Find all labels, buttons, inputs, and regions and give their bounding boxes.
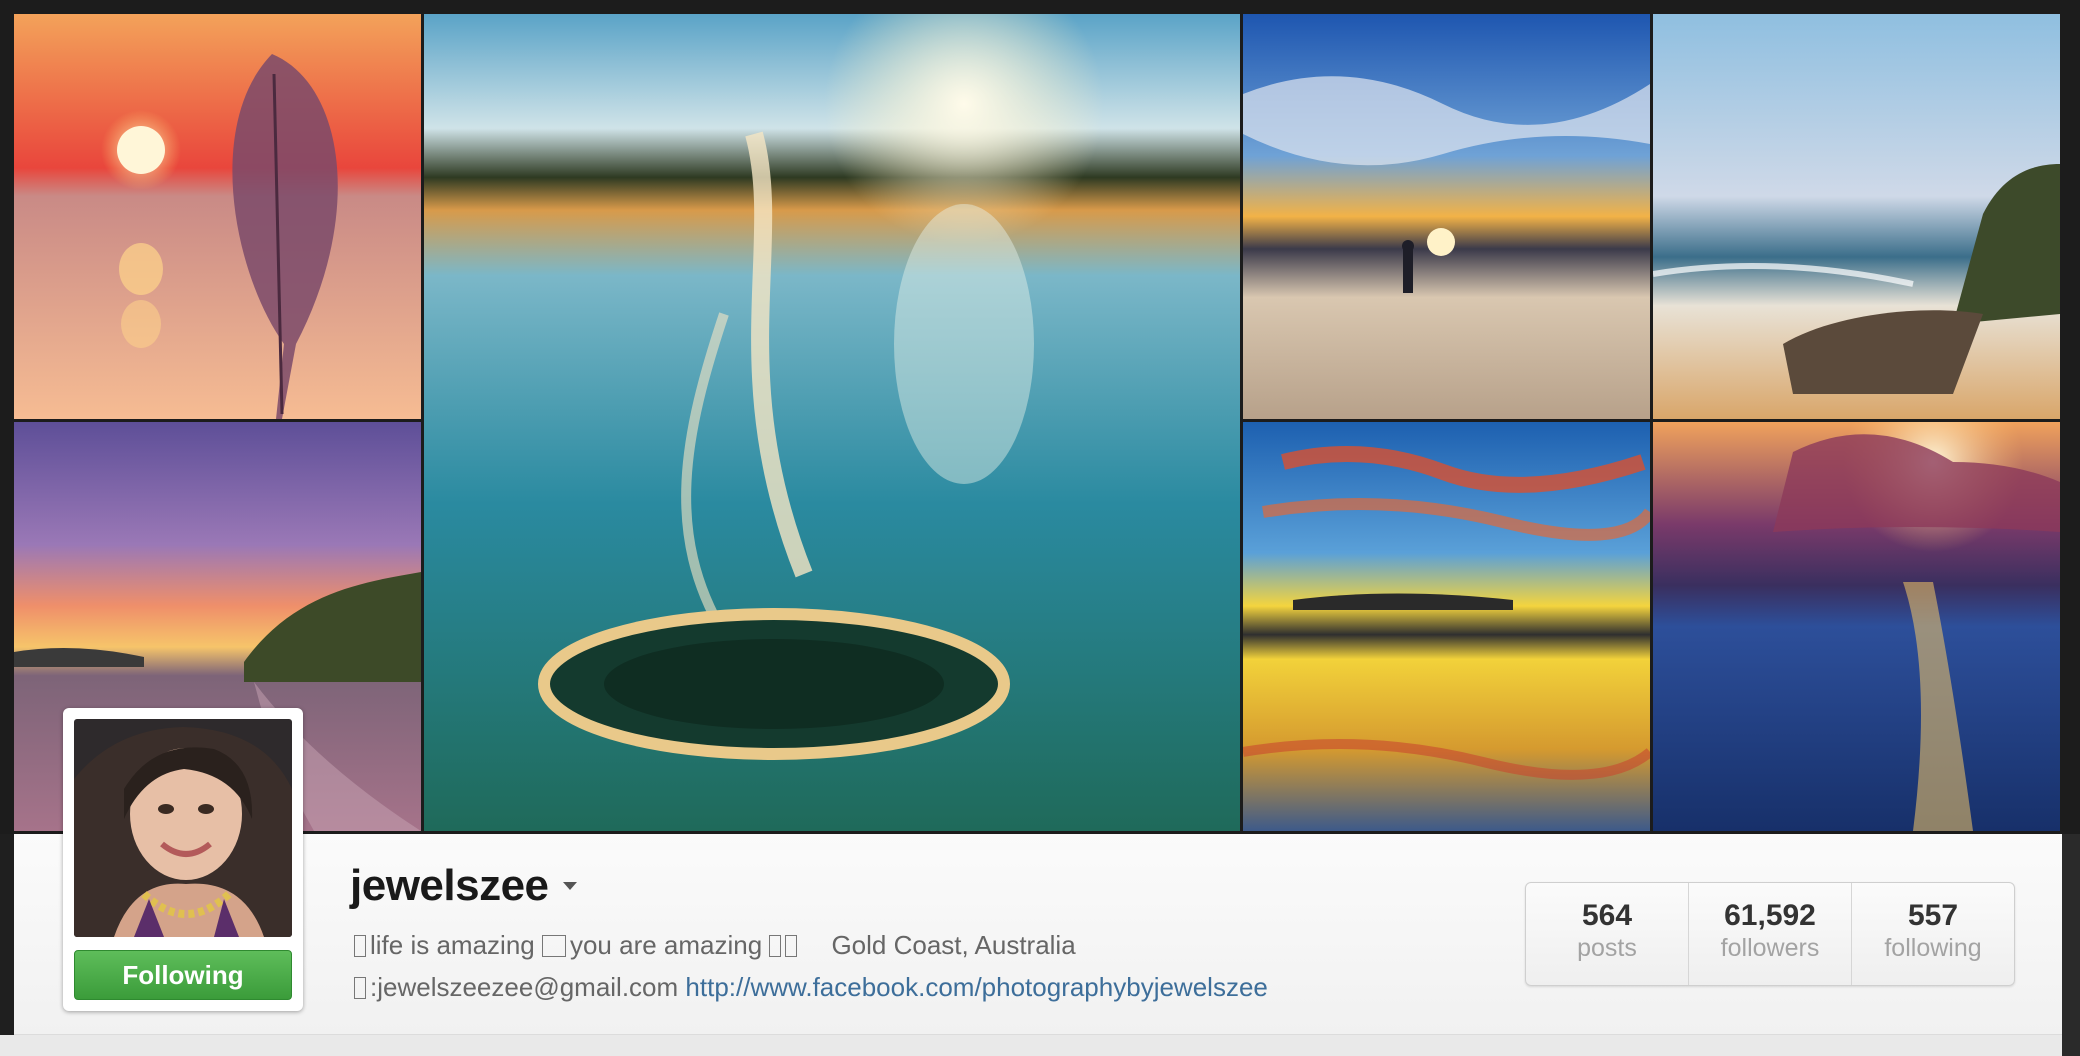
username: jewelszee — [350, 861, 549, 910]
photo-rocky-beach-image — [1653, 14, 2060, 419]
stat-label: followers — [1720, 934, 1820, 962]
emoji-glyph-icon — [354, 935, 366, 957]
page-divider — [0, 1035, 2080, 1056]
stat-count: 564 — [1581, 899, 1633, 932]
stat-label: posts — [1577, 934, 1637, 962]
bio-text-1: life is amazing — [370, 930, 535, 960]
photo-golden-reflection-image — [1243, 422, 1650, 831]
avatar-card: Following — [63, 708, 303, 1011]
profile-website-link[interactable]: http://www.facebook.com/photographybyjew… — [685, 972, 1267, 1002]
emoji-glyph-icon — [785, 935, 798, 957]
page-edge — [2062, 834, 2080, 1056]
chevron-down-icon[interactable] — [562, 882, 577, 890]
stat-following[interactable]: 557 following — [1851, 883, 2014, 985]
photo-surfer-sunset-image — [1243, 14, 1650, 419]
profile-stats: 564 posts 61,592 followers 557 following — [1525, 882, 2015, 986]
avatar[interactable] — [74, 719, 292, 937]
photo-water-splash[interactable] — [424, 14, 1240, 831]
bio-email: :jewelszeezee@gmail.com — [370, 972, 679, 1002]
photo-sunset-feather-image — [14, 14, 421, 419]
bio-text-2: you are amazing — [569, 930, 763, 960]
bio-location: Gold Coast, Australia — [831, 930, 1076, 960]
stat-followers[interactable]: 61,592 followers — [1688, 883, 1851, 985]
avatar-image — [74, 719, 292, 937]
photo-surfer-sunset[interactable] — [1243, 14, 1650, 419]
photo-sunset-feather[interactable] — [14, 14, 421, 419]
bio-line-2: :jewelszeezee@gmail.com http://www.faceb… — [354, 966, 1268, 1008]
photo-golden-reflection[interactable] — [1243, 422, 1650, 831]
bio-line-1: life is amazing you are amazing Gold Coa… — [354, 924, 1268, 966]
photo-rocky-beach[interactable] — [1653, 14, 2060, 419]
photo-water-splash-image — [424, 14, 1240, 831]
profile-bio: life is amazing you are amazing Gold Coa… — [354, 924, 1268, 1008]
photo-sun-rays-ocean-image — [1653, 422, 2060, 831]
email-glyph-icon — [354, 977, 366, 999]
cover-photo-mosaic — [0, 0, 2080, 834]
stat-count: 557 — [1907, 899, 1959, 932]
following-button[interactable]: Following — [74, 950, 292, 1000]
photo-sun-rays-ocean[interactable] — [1653, 422, 2060, 831]
username-row: jewelszee — [350, 856, 577, 916]
stat-count: 61,592 — [1724, 899, 1816, 932]
stat-posts[interactable]: 564 posts — [1526, 883, 1688, 985]
emoji-glyph-icon — [541, 935, 566, 957]
emoji-glyph-icon — [769, 935, 782, 957]
stat-label: following — [1884, 934, 1982, 962]
